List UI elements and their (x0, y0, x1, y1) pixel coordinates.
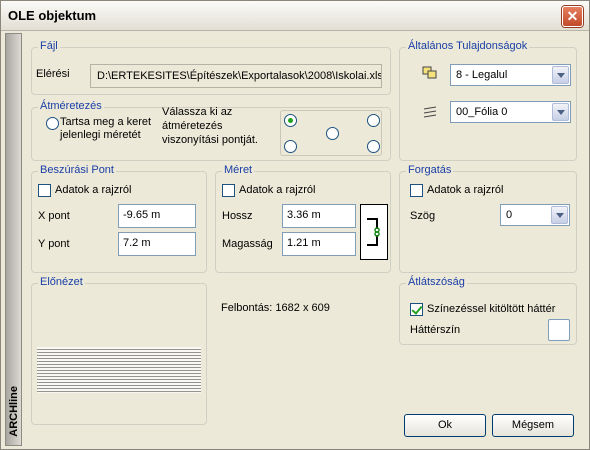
preview-legend: Előnézet (38, 276, 85, 288)
fill-background-checkbox[interactable] (410, 303, 423, 316)
ok-button[interactable]: Ok (404, 414, 486, 437)
fill-background-label: Színezéssel kitöltött háttér (427, 303, 556, 315)
chain-icon (367, 218, 380, 246)
preview-group: Előnézet (31, 276, 207, 425)
resize-group: Átméretezés Tartsa meg a keret jelenlegi… (31, 100, 391, 161)
chevron-down-icon[interactable] (552, 66, 569, 84)
title-bar[interactable]: OLE objektum ✕ (1, 1, 589, 31)
transparency-group: Átlátszóság Színezéssel kitöltött háttér… (399, 276, 577, 345)
size-group: Méret Adatok a rajzról Hossz 3.36 m Maga… (215, 164, 391, 273)
y-point-label: Y pont (38, 238, 70, 250)
x-point-input[interactable]: -9.65 m (118, 204, 196, 228)
length-input[interactable]: 3.36 m (282, 204, 356, 228)
rotation-from-drawing-label: Adatok a rajzról (427, 184, 504, 196)
anchor-bottom-right-radio[interactable] (367, 140, 380, 153)
pen-select-value: 8 - Legalul (456, 69, 508, 81)
layer-select[interactable]: 00_Fólia 0 (450, 101, 571, 123)
anchor-top-left-radio[interactable] (284, 114, 297, 127)
layers-icon (422, 105, 438, 119)
keep-frame-radio[interactable] (46, 117, 59, 130)
angle-label: Szög (410, 210, 436, 222)
file-legend: Fájl (38, 40, 60, 52)
rotation-legend: Forgatás (406, 164, 454, 176)
rotation-group: Forgatás Adatok a rajzról Szög 0 (399, 164, 577, 273)
y-point-input[interactable]: 7.2 m (118, 232, 196, 256)
ole-object-dialog: OLE objektum ✕ ARCHline Fájl Elérési D:\… (0, 0, 590, 450)
pen-select[interactable]: 8 - Legalul (450, 64, 571, 86)
close-button[interactable]: ✕ (562, 6, 583, 27)
background-color-swatch[interactable] (548, 319, 570, 341)
rotation-from-drawing-checkbox[interactable] (410, 184, 423, 197)
insert-point-legend: Beszúrási Pont (38, 164, 116, 176)
path-field: D:\ERTEKESITES\Építészek\Exportalasok\20… (90, 64, 382, 88)
anchor-bottom-left-radio[interactable] (284, 140, 297, 153)
insert-from-drawing-label: Adatok a rajzról (55, 184, 132, 196)
angle-select[interactable]: 0 (500, 204, 570, 226)
archline-sidebar: ARCHline (5, 33, 22, 446)
general-properties-legend: Általános Tulajdonságok (406, 40, 530, 52)
height-label: Magasság (222, 238, 273, 250)
background-color-label: Háttérszín (410, 324, 461, 336)
angle-select-value: 0 (506, 209, 513, 221)
aspect-lock-button[interactable] (360, 204, 388, 260)
general-properties-group: Általános Tulajdonságok 8 - Legalul 00_F… (399, 40, 577, 161)
layer-select-value: 00_Fólia 0 (456, 106, 508, 118)
sidebar-label: ARCHline (8, 386, 20, 437)
size-from-drawing-checkbox[interactable] (222, 184, 235, 197)
dialog-title: OLE objektum (8, 8, 97, 23)
x-point-label: X pont (38, 210, 70, 222)
resize-legend: Átméretezés (38, 100, 104, 112)
transparency-legend: Átlátszóság (406, 276, 467, 288)
insert-point-group: Beszúrási Pont Adatok a rajzról X pont -… (31, 164, 207, 273)
anchor-point-grid (280, 110, 382, 156)
cancel-button[interactable]: Mégsem (492, 414, 574, 437)
anchor-top-right-radio[interactable] (367, 114, 380, 127)
length-label: Hossz (222, 210, 253, 222)
preview-spreadsheet-thumbnail (37, 347, 201, 393)
file-group: Fájl Elérési D:\ERTEKESITES\Építészek\Ex… (31, 40, 391, 95)
size-legend: Méret (222, 164, 255, 176)
height-input[interactable]: 1.21 m (282, 232, 356, 256)
anchor-center-radio[interactable] (326, 127, 339, 140)
resolution-label: Felbontás: 1682 x 609 (221, 302, 330, 314)
pick-point-label: Válassza ki az átméretezés viszonyítási … (162, 106, 258, 146)
chevron-down-icon[interactable] (552, 103, 569, 121)
preview-image (34, 294, 204, 420)
path-label: Elérési (36, 68, 70, 80)
pen-icon (422, 66, 438, 80)
chevron-down-icon[interactable] (551, 206, 568, 224)
keep-frame-label: Tartsa meg a keret jelenlegi méretét (60, 116, 152, 141)
insert-from-drawing-checkbox[interactable] (38, 184, 51, 197)
size-from-drawing-label: Adatok a rajzról (239, 184, 316, 196)
